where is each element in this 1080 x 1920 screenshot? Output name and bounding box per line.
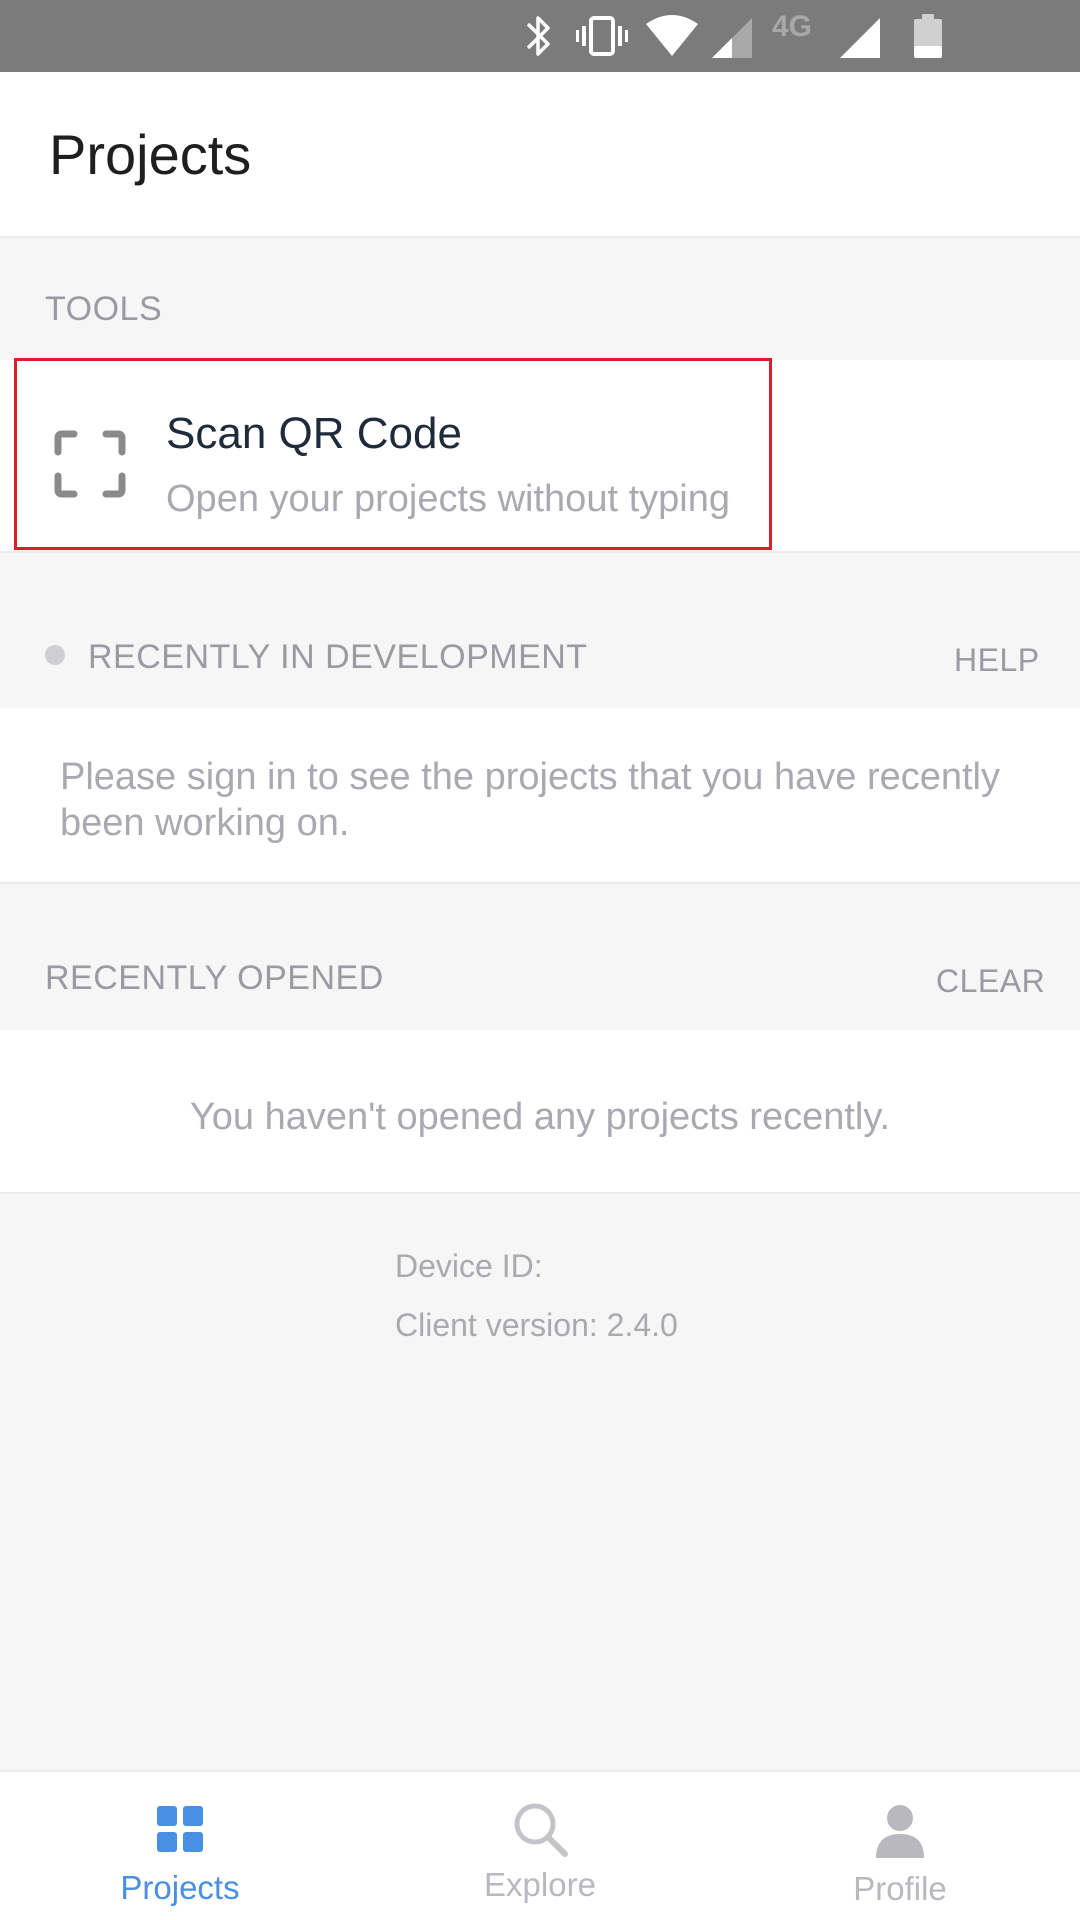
scan-qr-subtitle: Open your projects without typing — [166, 478, 730, 520]
status-dot-icon — [45, 645, 65, 665]
signal-icon — [712, 18, 752, 58]
section-header-recently-opened: RECENTLY OPENED — [45, 959, 384, 997]
bottom-tab-bar: Projects Explore Profile — [0, 1770, 1080, 1920]
grid-icon — [157, 1806, 203, 1852]
sign-in-message: Please sign in to see the projects that … — [60, 756, 1000, 844]
search-icon — [514, 1803, 568, 1857]
client-version-text: Client version: 2.4.0 — [395, 1307, 678, 1343]
section-header-tools: TOOLS — [45, 290, 163, 328]
app-header: Projects — [0, 72, 1080, 238]
qr-scan-icon — [54, 430, 126, 498]
status-bar: 4G — [0, 0, 1080, 72]
help-button[interactable]: HELP — [954, 644, 1040, 676]
signal-icon — [840, 18, 880, 58]
section-header-recently-in-development: RECENTLY IN DEVELOPMENT — [88, 638, 588, 676]
device-id-text: Device ID: — [395, 1248, 543, 1284]
clear-button[interactable]: CLEAR — [936, 965, 1045, 997]
tab-projects[interactable]: Projects — [0, 1772, 360, 1920]
tab-explore-label: Explore — [484, 1866, 596, 1903]
bluetooth-icon — [526, 16, 550, 56]
person-icon — [876, 1805, 924, 1858]
no-recent-projects-message: You haven't opened any projects recently… — [189, 1096, 891, 1138]
tab-explore[interactable]: Explore — [360, 1772, 720, 1920]
battery-icon — [914, 14, 942, 58]
wifi-icon — [646, 15, 698, 56]
network-type-label: 4G — [772, 10, 813, 43]
tab-profile[interactable]: Profile — [720, 1772, 1080, 1920]
tab-projects-label: Projects — [120, 1869, 240, 1906]
vibrate-icon — [576, 16, 628, 56]
page-title: Projects — [49, 123, 252, 186]
tab-profile-label: Profile — [853, 1870, 947, 1907]
scan-qr-title: Scan QR Code — [166, 409, 462, 458]
